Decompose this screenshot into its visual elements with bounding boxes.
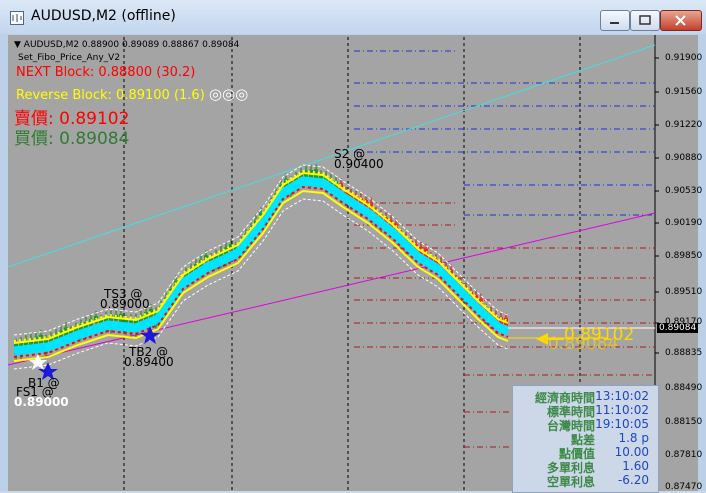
- minimize-button[interactable]: [600, 10, 630, 31]
- info-label: 空單利息: [546, 475, 595, 489]
- buy-price-label: 買價:: [14, 129, 54, 149]
- price-tick: 0.89850: [665, 251, 703, 261]
- price-tick: 0.91560: [665, 87, 703, 97]
- info-value: 1.60: [622, 459, 649, 473]
- info-row: 台灣時間 19:10:05: [517, 417, 653, 433]
- info-value: 10.00: [614, 445, 649, 459]
- ts3-price: 0.89000: [100, 297, 150, 311]
- info-row: 點價值 10.00: [517, 445, 653, 461]
- price-tick: 0.90880: [665, 153, 703, 163]
- info-value: 13:10:02: [595, 389, 649, 403]
- reverse-block-text: Reverse Block: 0.89100 (1.6): [16, 88, 205, 103]
- info-row: 標準時間 11:10:02: [517, 403, 653, 419]
- close-icon: [675, 15, 686, 26]
- price-tick: 0.88835: [665, 348, 703, 358]
- price-tick: 0.87810: [665, 450, 703, 460]
- market-info-panel: 經濟商時間 13:10:02 標準時間 11:10:02 台灣時間 19:10:…: [512, 385, 659, 493]
- dropdown-triangle-icon[interactable]: ▼: [14, 40, 21, 50]
- arrow-price-label-2: 0.89084: [548, 334, 619, 354]
- maximize-button[interactable]: [630, 10, 660, 31]
- title-bar[interactable]: AUDUSD,M2 (offline): [0, 0, 706, 34]
- s2-price: 0.90400: [334, 157, 384, 171]
- info-value: 11:10:02: [595, 403, 649, 417]
- minimize-icon: [610, 22, 619, 24]
- symbol-header: ▼ AUDUSD,M2 0.88900 0.89089 0.88867 0.89…: [14, 40, 239, 50]
- fs1-price: 0.89000: [14, 395, 69, 409]
- current-price-tag: 0.89084: [657, 323, 699, 333]
- chart-window: AUDUSD,M2 (offline) ▼ AUDUSD,M2 0.88900 …: [0, 0, 706, 493]
- info-value: 1.8 p: [618, 431, 649, 445]
- indicator-name: Set_Fibo_Price_Any_V2: [18, 53, 121, 63]
- buy-price-display: 買價: 0.89084: [14, 124, 129, 149]
- info-row: 經濟商時間 13:10:02: [517, 389, 653, 405]
- price-tick: 0.88490: [665, 383, 703, 393]
- info-value: -6.20: [617, 473, 649, 487]
- chart-window-icon: [10, 11, 24, 25]
- price-arrow-icon: [536, 333, 548, 345]
- window-title: AUDUSD,M2 (offline): [31, 8, 176, 24]
- close-button[interactable]: [660, 10, 702, 31]
- info-row: 空單利息 -6.20: [517, 473, 653, 489]
- price-tick: 0.91900: [665, 53, 703, 63]
- buy-price-value: 0.89084: [59, 129, 130, 149]
- reverse-block-icons: ◎◎◎: [208, 85, 249, 103]
- band-outer-envelope: [13, 164, 509, 336]
- tb2-price: 0.89400: [124, 355, 174, 369]
- next-block-label: NEXT Block: 0.88800 (30.2): [16, 65, 196, 80]
- price-tick: 0.90190: [665, 218, 703, 228]
- price-chart[interactable]: ▼ AUDUSD,M2 0.88900 0.89089 0.88867 0.89…: [8, 35, 702, 493]
- price-tick: 0.90530: [665, 186, 703, 196]
- price-tick: 0.91220: [665, 120, 703, 130]
- price-tick: 0.89510: [665, 287, 703, 297]
- info-value: 19:10:05: [595, 417, 649, 431]
- info-row: 點差 1.8 p: [517, 431, 653, 447]
- symbol-quote-line: AUDUSD,M2 0.88900 0.89089 0.88867 0.8908…: [23, 40, 240, 50]
- price-tick: 0.88150: [665, 417, 703, 427]
- band-upper-line: [13, 171, 509, 344]
- info-row: 多單利息 1.60: [517, 459, 653, 475]
- maximize-icon: [639, 15, 651, 25]
- band-core: [13, 176, 510, 356]
- reverse-block-label: Reverse Block: 0.89100 (1.6) ◎◎◎: [16, 85, 248, 103]
